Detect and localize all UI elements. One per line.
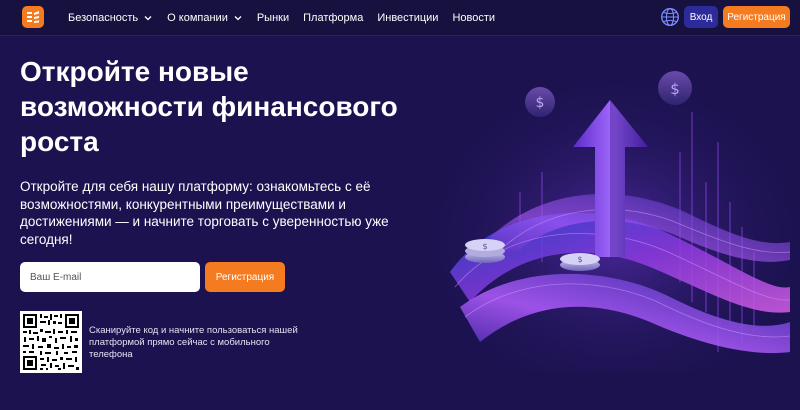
hero-title: Откройте новые возможности финансового р… bbox=[20, 56, 398, 157]
qr-caption: Сканируйте код и начните пользоваться на… bbox=[89, 325, 298, 360]
nav-item-label: Рынки bbox=[256, 12, 290, 24]
chevron-down-icon bbox=[234, 16, 242, 21]
growth-arrow-illustration: $ $ $ $ bbox=[430, 52, 800, 372]
svg-text:$: $ bbox=[670, 80, 680, 98]
globe-icon[interactable] bbox=[660, 7, 680, 27]
nav-item-label: О компании bbox=[167, 12, 228, 24]
nav-item-label: Инвестиции bbox=[377, 12, 439, 24]
logo-icon bbox=[27, 11, 39, 23]
qr-code bbox=[20, 311, 82, 373]
main-nav: Безопасность О компании Рынки Платформа … bbox=[68, 0, 495, 36]
svg-text:$: $ bbox=[536, 95, 545, 111]
nav-item-news[interactable]: Новости bbox=[452, 12, 495, 24]
nav-item-label: Платформа bbox=[303, 12, 364, 24]
hero-register-button[interactable]: Регистрация bbox=[205, 262, 285, 292]
login-button[interactable]: Вход bbox=[684, 6, 718, 28]
register-button[interactable]: Регистрация bbox=[723, 6, 790, 28]
svg-text:$: $ bbox=[482, 242, 487, 251]
nav-item-security[interactable]: Безопасность bbox=[68, 12, 153, 24]
svg-text:$: $ bbox=[577, 255, 582, 264]
nav-item-markets[interactable]: Рынки bbox=[257, 12, 289, 24]
nav-item-label: Новости bbox=[452, 12, 496, 24]
nav-item-label: Безопасность bbox=[68, 12, 139, 24]
top-navigation-bar: Безопасность О компании Рынки Платформа … bbox=[0, 0, 800, 36]
email-field[interactable] bbox=[20, 262, 200, 292]
nav-item-platform[interactable]: Платформа bbox=[303, 12, 363, 24]
chevron-down-icon bbox=[144, 16, 152, 21]
hero-description: Откройте для себя нашу платформу: ознако… bbox=[20, 179, 389, 247]
nav-item-investments[interactable]: Инвестиции bbox=[377, 12, 438, 24]
brand-logo[interactable] bbox=[22, 6, 44, 28]
nav-item-about[interactable]: О компании bbox=[167, 12, 243, 24]
